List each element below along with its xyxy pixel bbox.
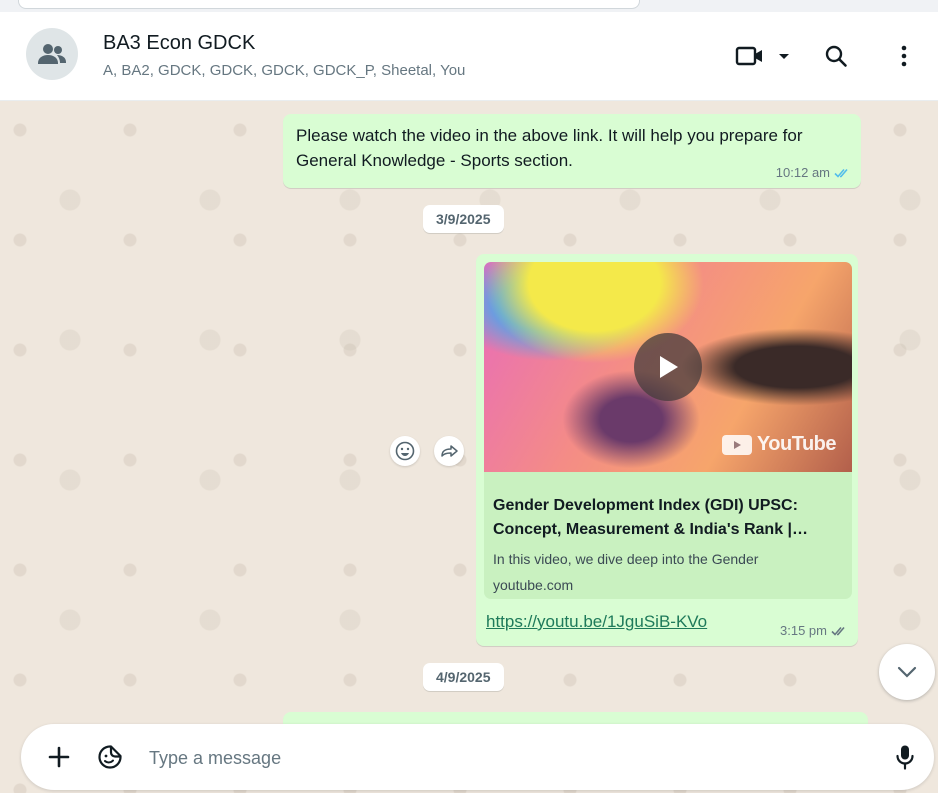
message-meta: 3:15 pm xyxy=(780,623,849,638)
group-members[interactable]: A, BA2, GDCK, GDCK, GDCK, GDCK_P, Sheeta… xyxy=(103,62,465,79)
message-time: 10:12 am xyxy=(775,165,830,180)
message-link[interactable]: https://youtu.be/1JguSiB-KVo xyxy=(486,612,707,632)
play-button[interactable] xyxy=(634,333,702,401)
video-call-button[interactable] xyxy=(728,40,798,72)
youtube-icon xyxy=(721,434,752,455)
forward-icon xyxy=(441,445,458,457)
message-text: Please watch the video in the above link… xyxy=(296,126,803,170)
outgoing-message[interactable]: Please watch the video in the above link… xyxy=(283,114,861,188)
message-input[interactable] xyxy=(147,740,851,776)
sticker-button[interactable] xyxy=(94,741,126,773)
chevron-down-icon xyxy=(779,54,789,59)
preview-description: In this video, we dive deep into the Gen… xyxy=(493,551,759,567)
date-divider: 3/9/2025 xyxy=(423,205,504,233)
chevron-down-icon xyxy=(897,666,917,678)
sticker-icon xyxy=(98,745,122,769)
outgoing-link-message[interactable]: YouTube Gender Development Index (GDI) U… xyxy=(476,254,858,646)
menu-button[interactable] xyxy=(890,40,918,72)
video-call-icon xyxy=(735,46,762,66)
group-title[interactable]: BA3 Econ GDCK xyxy=(103,32,255,55)
scroll-to-bottom-button[interactable] xyxy=(879,644,935,700)
mic-icon xyxy=(896,745,914,770)
top-bar-edge xyxy=(18,0,640,9)
preview-domain: youtube.com xyxy=(493,577,574,593)
group-avatar-icon xyxy=(38,44,66,64)
group-avatar[interactable] xyxy=(26,28,78,80)
emoji-icon xyxy=(395,441,415,461)
play-icon xyxy=(660,356,678,378)
attach-button[interactable] xyxy=(43,741,75,773)
date-divider: 4/9/2025 xyxy=(423,663,504,691)
react-button[interactable] xyxy=(390,436,420,466)
youtube-wordmark: YouTube xyxy=(756,433,837,455)
message-composer xyxy=(21,724,934,790)
youtube-badge: YouTube xyxy=(721,433,837,456)
double-check-icon xyxy=(834,168,848,178)
video-thumbnail[interactable]: YouTube xyxy=(484,262,852,472)
chat-header[interactable]: BA3 Econ GDCK A, BA2, GDCK, GDCK, GDCK, … xyxy=(0,12,938,101)
double-check-icon xyxy=(831,626,845,636)
search-button[interactable] xyxy=(820,40,852,72)
message-meta: 10:12 am xyxy=(776,165,852,180)
plus-icon xyxy=(48,746,70,768)
voice-message-button[interactable] xyxy=(889,741,921,773)
preview-title: Gender Development Index (GDI) UPSC: Con… xyxy=(493,497,809,538)
link-preview-card[interactable]: YouTube Gender Development Index (GDI) U… xyxy=(484,262,852,599)
message-time: 3:15 pm xyxy=(780,623,827,638)
menu-icon xyxy=(901,45,907,67)
search-icon xyxy=(825,45,847,67)
forward-button[interactable] xyxy=(434,436,464,466)
top-strip xyxy=(0,0,938,12)
